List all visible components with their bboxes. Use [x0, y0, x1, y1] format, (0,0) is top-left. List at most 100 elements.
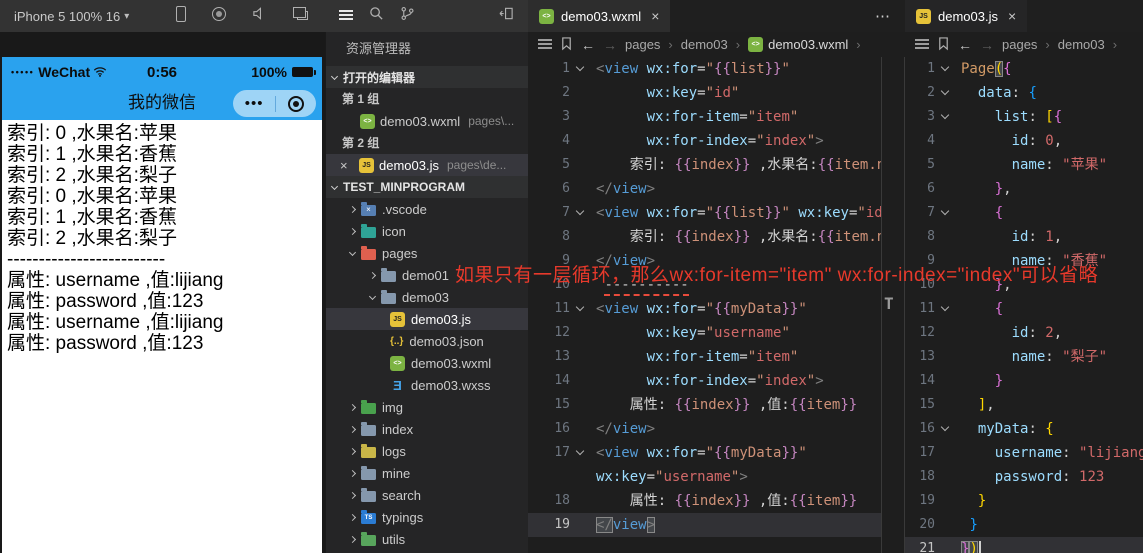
tree-item-demo03-js[interactable]: demo03.js — [326, 308, 528, 330]
code-line[interactable]: 18 password: 123 — [905, 465, 1143, 489]
record-icon[interactable] — [212, 7, 226, 26]
collapse-sidebar-icon[interactable] — [499, 6, 514, 26]
code-line[interactable]: 5 索引: {{index}} ,水果名:{{item.name}} — [528, 153, 881, 177]
tree-item--vscode[interactable]: .vscode — [326, 198, 528, 220]
code-line[interactable]: 17 username: "lijiang", — [905, 441, 1143, 465]
fold-chevron-icon[interactable] — [941, 207, 949, 215]
section-project[interactable]: TEST_MINPROGRAM — [326, 176, 528, 198]
fold-gutter[interactable] — [570, 441, 590, 465]
chevron-down-icon[interactable] — [349, 248, 356, 255]
code-line[interactable]: 19 } — [905, 489, 1143, 513]
code-line[interactable]: 12 wx:key="username" — [528, 321, 881, 345]
code-line[interactable]: 18 属性: {{index}} ,值:{{item}} — [528, 489, 881, 513]
tree-item-demo03-wxml[interactable]: demo03.wxml — [326, 352, 528, 374]
fold-gutter[interactable] — [935, 297, 955, 321]
list-view-icon[interactable] — [538, 37, 552, 52]
target-icon[interactable] — [288, 96, 304, 112]
chevron-right-icon[interactable] — [349, 469, 356, 476]
fold-gutter[interactable] — [935, 201, 955, 225]
code-line[interactable]: 13 wx:for-item="item" — [528, 345, 881, 369]
fold-chevron-icon[interactable] — [576, 447, 584, 455]
code-line[interactable]: wx:key="username"> — [528, 465, 881, 489]
fold-gutter[interactable] — [935, 417, 955, 441]
breadcrumb-item[interactable]: pages — [625, 37, 660, 52]
breadcrumb-item[interactable]: pages — [1002, 37, 1037, 52]
tree-item-mine[interactable]: mine — [326, 462, 528, 484]
list-view-icon[interactable] — [339, 7, 353, 25]
chevron-right-icon[interactable] — [349, 535, 356, 542]
tree-item-demo03-wxss[interactable]: demo03.wxss — [326, 374, 528, 396]
fold-gutter[interactable] — [935, 57, 955, 81]
code-line[interactable]: 8 索引: {{index}} ,水果名:{{item.name}} — [528, 225, 881, 249]
code-line[interactable]: 3 list: [{ — [905, 105, 1143, 129]
fold-gutter[interactable] — [935, 81, 955, 105]
forward-icon[interactable]: → — [980, 37, 994, 53]
code-line[interactable]: 11<view wx:for="{{myData}}" — [528, 297, 881, 321]
tree-item-demo03[interactable]: demo03 — [326, 286, 528, 308]
fold-chevron-icon[interactable] — [576, 303, 584, 311]
code-line[interactable]: 5 name: "苹果" — [905, 153, 1143, 177]
breadcrumb-item[interactable]: demo03 — [1058, 37, 1105, 52]
back-icon[interactable]: ← — [581, 37, 595, 53]
breadcrumb-item[interactable]: demo03 — [681, 37, 728, 52]
code-line[interactable]: 19</view> — [528, 513, 881, 537]
more-dots-icon[interactable]: ••• — [245, 90, 264, 117]
chevron-right-icon[interactable] — [349, 491, 356, 498]
fold-gutter[interactable] — [570, 297, 590, 321]
tree-item-img[interactable]: img — [326, 396, 528, 418]
code-line[interactable]: 13 name: "梨子" — [905, 345, 1143, 369]
code-line[interactable]: 14 wx:for-index="index"> — [528, 369, 881, 393]
more-actions-icon[interactable]: ⋯ — [875, 7, 891, 25]
section-open-editors[interactable]: 打开的编辑器 — [326, 66, 528, 88]
code-line[interactable]: 12 id: 2, — [905, 321, 1143, 345]
forward-icon[interactable]: → — [603, 37, 617, 53]
bookmark-icon[interactable] — [560, 36, 573, 54]
fold-gutter[interactable] — [570, 201, 590, 225]
fold-chevron-icon[interactable] — [576, 63, 584, 71]
code-line[interactable]: 7 { — [905, 201, 1143, 225]
device-icon[interactable] — [176, 6, 186, 27]
tree-item-index[interactable]: index — [326, 418, 528, 440]
search-icon[interactable] — [369, 6, 384, 26]
close-icon[interactable]: × — [340, 158, 354, 173]
code-line[interactable]: 16</view> — [528, 417, 881, 441]
tree-item-demo03-json[interactable]: demo03.json — [326, 330, 528, 352]
tree-item-icon[interactable]: icon — [326, 220, 528, 242]
tree-item-typings[interactable]: typings — [326, 506, 528, 528]
code-line[interactable]: 4 id: 0, — [905, 129, 1143, 153]
code-line[interactable]: 1Page({ — [905, 57, 1143, 81]
code-line[interactable]: 7<view wx:for="{{list}}" wx:key="id"> — [528, 201, 881, 225]
fold-chevron-icon[interactable] — [941, 303, 949, 311]
code-line[interactable]: 14 } — [905, 369, 1143, 393]
code-line[interactable]: 16 myData: { — [905, 417, 1143, 441]
chevron-right-icon[interactable] — [349, 447, 356, 454]
chevron-right-icon[interactable] — [369, 271, 376, 278]
open-editor-demo03-js[interactable]: × demo03.js pages\de... — [326, 154, 528, 176]
code-line[interactable]: 20 } — [905, 513, 1143, 537]
chevron-right-icon[interactable] — [349, 227, 356, 234]
tree-item-utils[interactable]: utils — [326, 528, 528, 550]
code-line[interactable]: 11 { — [905, 297, 1143, 321]
open-editor-demo03-wxml[interactable]: demo03.wxml pages\... — [326, 110, 528, 132]
chevron-right-icon[interactable] — [349, 513, 356, 520]
code-line[interactable]: 15 属性: {{index}} ,值:{{item}} — [528, 393, 881, 417]
editor-demo03-wxml[interactable]: 1<view wx:for="{{list}}"2 wx:key="id"3 w… — [528, 57, 881, 553]
editor-demo03-js[interactable]: 1Page({2 data: {3 list: [{4 id: 0,5 name… — [905, 57, 1143, 553]
bookmark-icon[interactable] — [937, 36, 950, 54]
breadcrumb-item-file[interactable]: demo03.wxml — [748, 37, 848, 52]
chevron-right-icon[interactable] — [349, 205, 356, 212]
fold-chevron-icon[interactable] — [941, 87, 949, 95]
code-line[interactable]: 6</view> — [528, 177, 881, 201]
tree-item-logs[interactable]: logs — [326, 440, 528, 462]
device-selector[interactable]: iPhone 5 100% 16 — [14, 9, 120, 24]
tree-item-search[interactable]: search — [326, 484, 528, 506]
fold-gutter[interactable] — [935, 105, 955, 129]
code-line[interactable]: 21}) — [905, 537, 1143, 553]
code-line[interactable]: 8 id: 1, — [905, 225, 1143, 249]
code-line[interactable]: 2 wx:key="id" — [528, 81, 881, 105]
sound-icon[interactable] — [252, 6, 267, 26]
fold-chevron-icon[interactable] — [576, 207, 584, 215]
float-window-icon[interactable] — [293, 7, 308, 25]
chevron-right-icon[interactable] — [349, 403, 356, 410]
git-branch-icon[interactable] — [400, 6, 415, 26]
